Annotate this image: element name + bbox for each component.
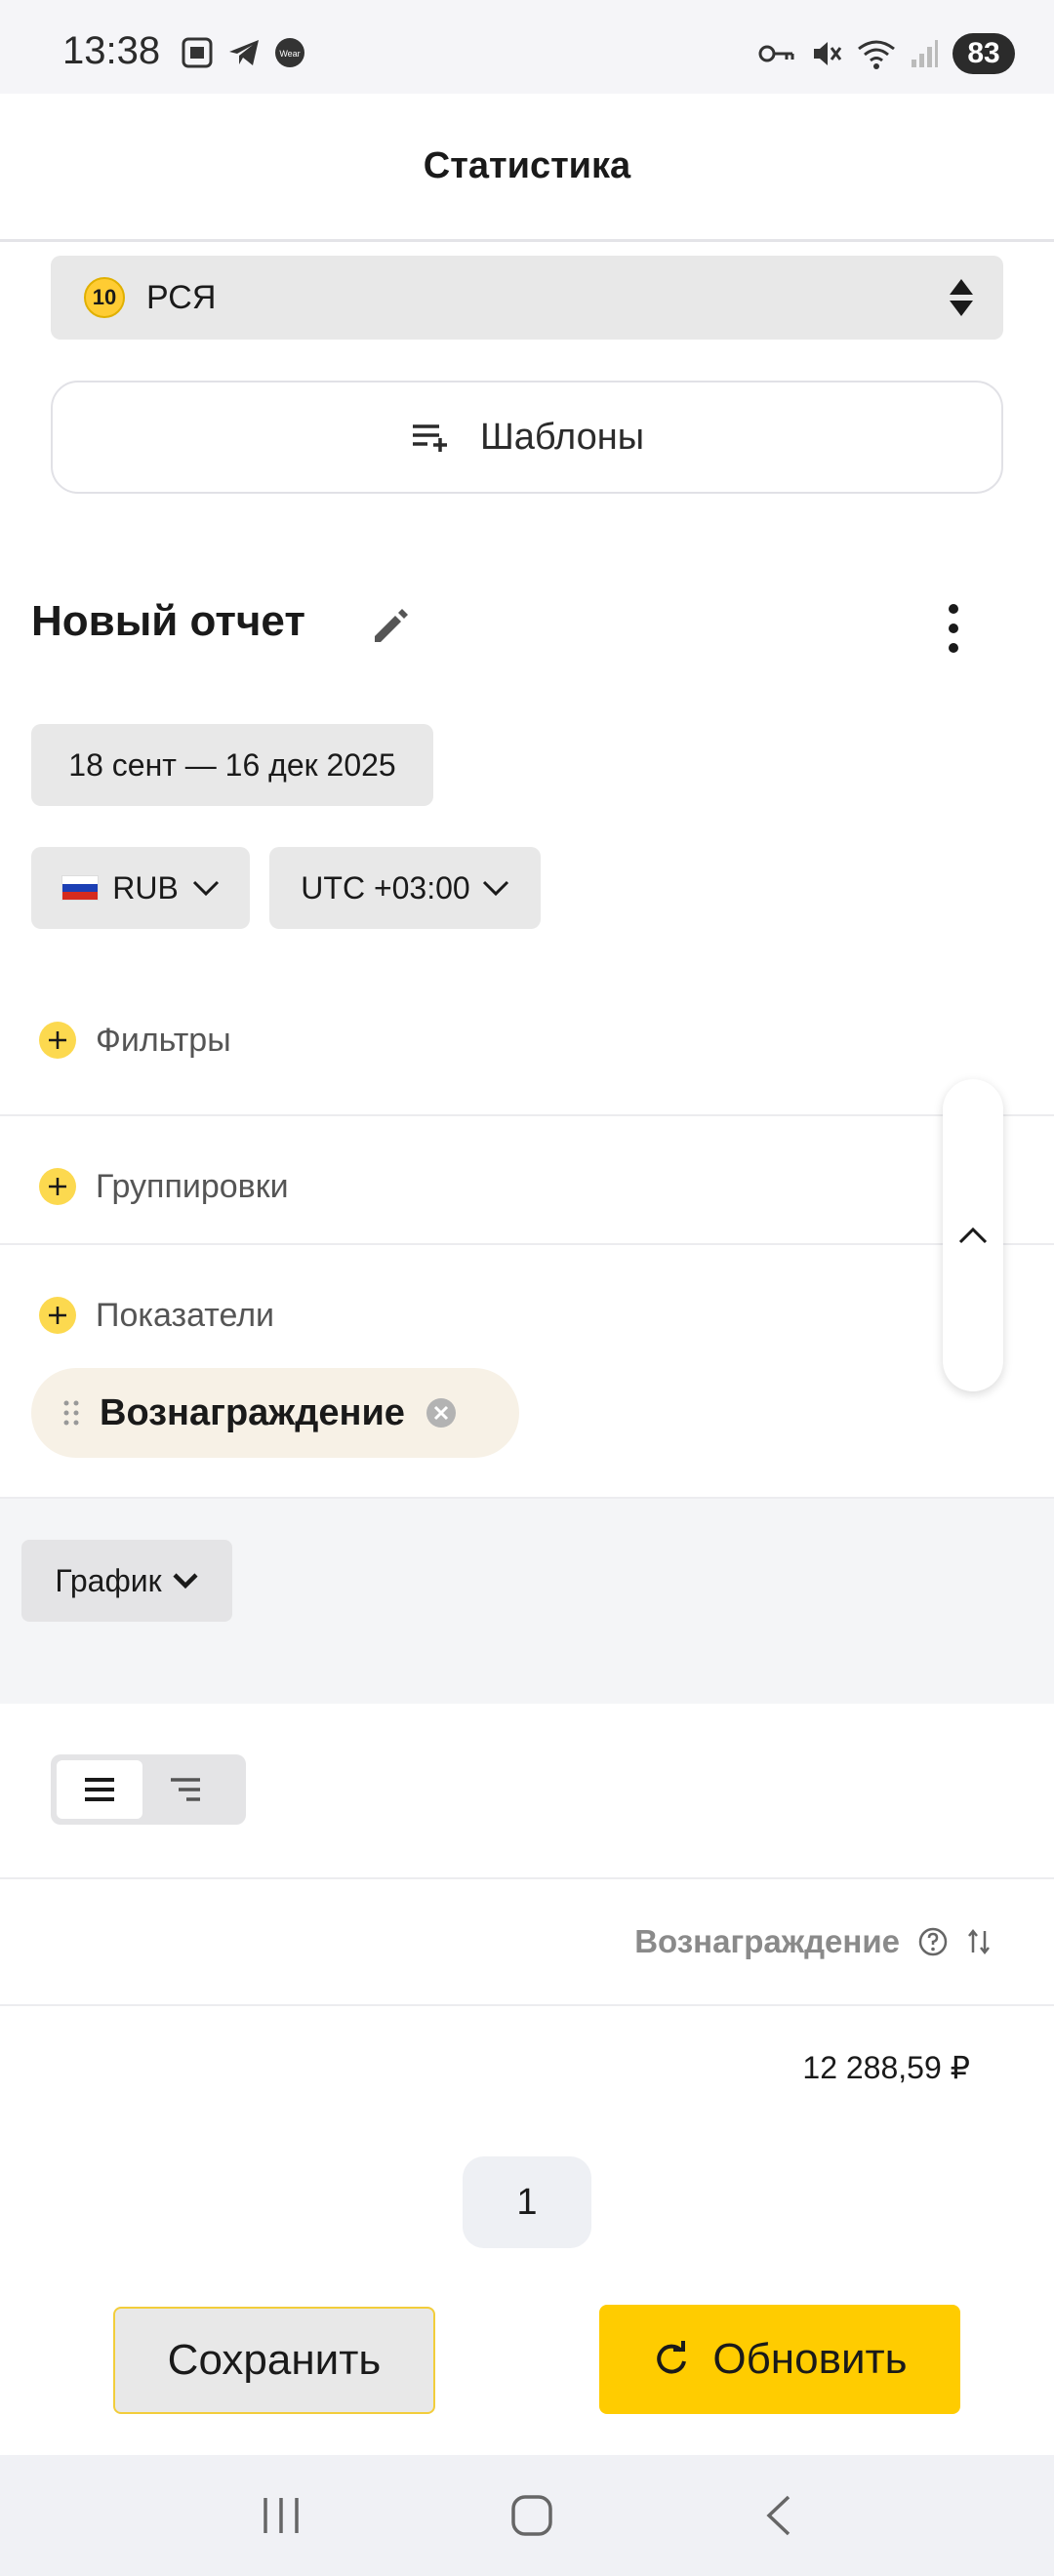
back-icon[interactable] [761,2493,794,2538]
vpn-key-icon [758,45,794,62]
plus-icon [39,1168,76,1205]
column-header-reward[interactable]: Вознаграждение [634,1923,900,1960]
date-range-button[interactable]: 18 сент — 16 дек 2025 [31,724,433,806]
save-button[interactable]: Сохранить [113,2307,435,2414]
remove-circle-icon[interactable] [425,1396,458,1429]
currency-select[interactable]: RUB [31,847,250,929]
refresh-icon [657,2341,687,2374]
currency-label: RUB [112,869,179,906]
status-time: 13:38 [62,29,161,72]
status-icons-right: 83 [757,33,1015,74]
telegram-icon [229,40,259,65]
recent-apps-icon[interactable] [260,2496,303,2535]
chart-section: График [0,1497,1054,1704]
chart-type-label: График [55,1562,162,1598]
svg-text:Wear: Wear [279,49,300,59]
filters-row[interactable]: Фильтры [0,976,1054,1105]
signal-icon [912,40,938,67]
scroll-to-top-button[interactable] [943,1079,1003,1391]
tree-view-button[interactable] [142,1760,228,1819]
tree-list-icon [171,1778,200,1801]
sort-icon[interactable] [966,1927,992,1956]
platform-badge-icon: 10 [84,277,125,318]
home-icon[interactable] [509,2493,554,2538]
table-header: Вознаграждение [0,1877,1054,2006]
metric-chip-label: Вознаграждение [100,1391,405,1433]
wear-icon: Wear [275,38,304,67]
status-icons-left: Wear [180,35,306,70]
groupings-label: Группировки [96,1167,289,1205]
groupings-row[interactable]: Группировки [0,1122,1054,1251]
playlist-add-icon [412,424,447,452]
timezone-label: UTC +03:00 [301,869,470,906]
pagination-page-button[interactable]: 1 [463,2156,591,2248]
timezone-select[interactable]: UTC +03:00 [269,847,541,929]
metrics-label: Показатели [96,1296,275,1334]
wifi-icon [858,40,895,69]
app-bar: Статистика [0,94,1054,242]
divider [0,1243,1054,1245]
refresh-button-label: Обновить [712,2335,908,2383]
metrics-row[interactable]: Показатели [0,1251,1054,1380]
battery-indicator: 83 [953,33,1015,74]
page-title: Статистика [423,145,631,186]
flat-view-button[interactable] [57,1760,142,1819]
list-icon [85,1778,114,1801]
metric-chip[interactable]: Вознаграждение [31,1368,519,1458]
report-title: Новый отчет [31,597,305,645]
plus-icon [39,1022,76,1059]
platform-select-label: РСЯ [146,278,217,316]
russia-flag-icon [61,875,100,901]
mute-icon [814,42,842,65]
chevron-up-icon [958,1227,988,1244]
up-down-arrows-icon [950,279,973,316]
chevron-down-icon [192,880,219,897]
chevron-down-icon [173,1573,198,1590]
platform-select[interactable]: 10 РСЯ [51,256,1003,340]
templates-button[interactable]: Шаблоны [51,381,1003,494]
more-options-icon[interactable] [945,601,962,656]
chevron-down-icon [482,880,508,897]
refresh-button[interactable]: Обновить [599,2305,960,2414]
view-toggle [51,1754,246,1825]
filters-label: Фильтры [96,1021,231,1059]
plus-icon [39,1297,76,1334]
templates-button-label: Шаблоны [479,416,645,458]
screenshot-icon [182,37,213,68]
system-nav-bar [0,2455,1054,2576]
chart-type-dropdown[interactable]: График [21,1540,232,1622]
drag-handle-icon[interactable] [62,1398,80,1428]
table-cell-reward: 12 288,59 ₽ [802,2050,970,2085]
help-circle-icon[interactable] [917,1926,949,1957]
divider [0,1114,1054,1116]
edit-icon[interactable] [369,605,412,648]
status-bar: 13:38 Wear 83 [0,0,1054,94]
